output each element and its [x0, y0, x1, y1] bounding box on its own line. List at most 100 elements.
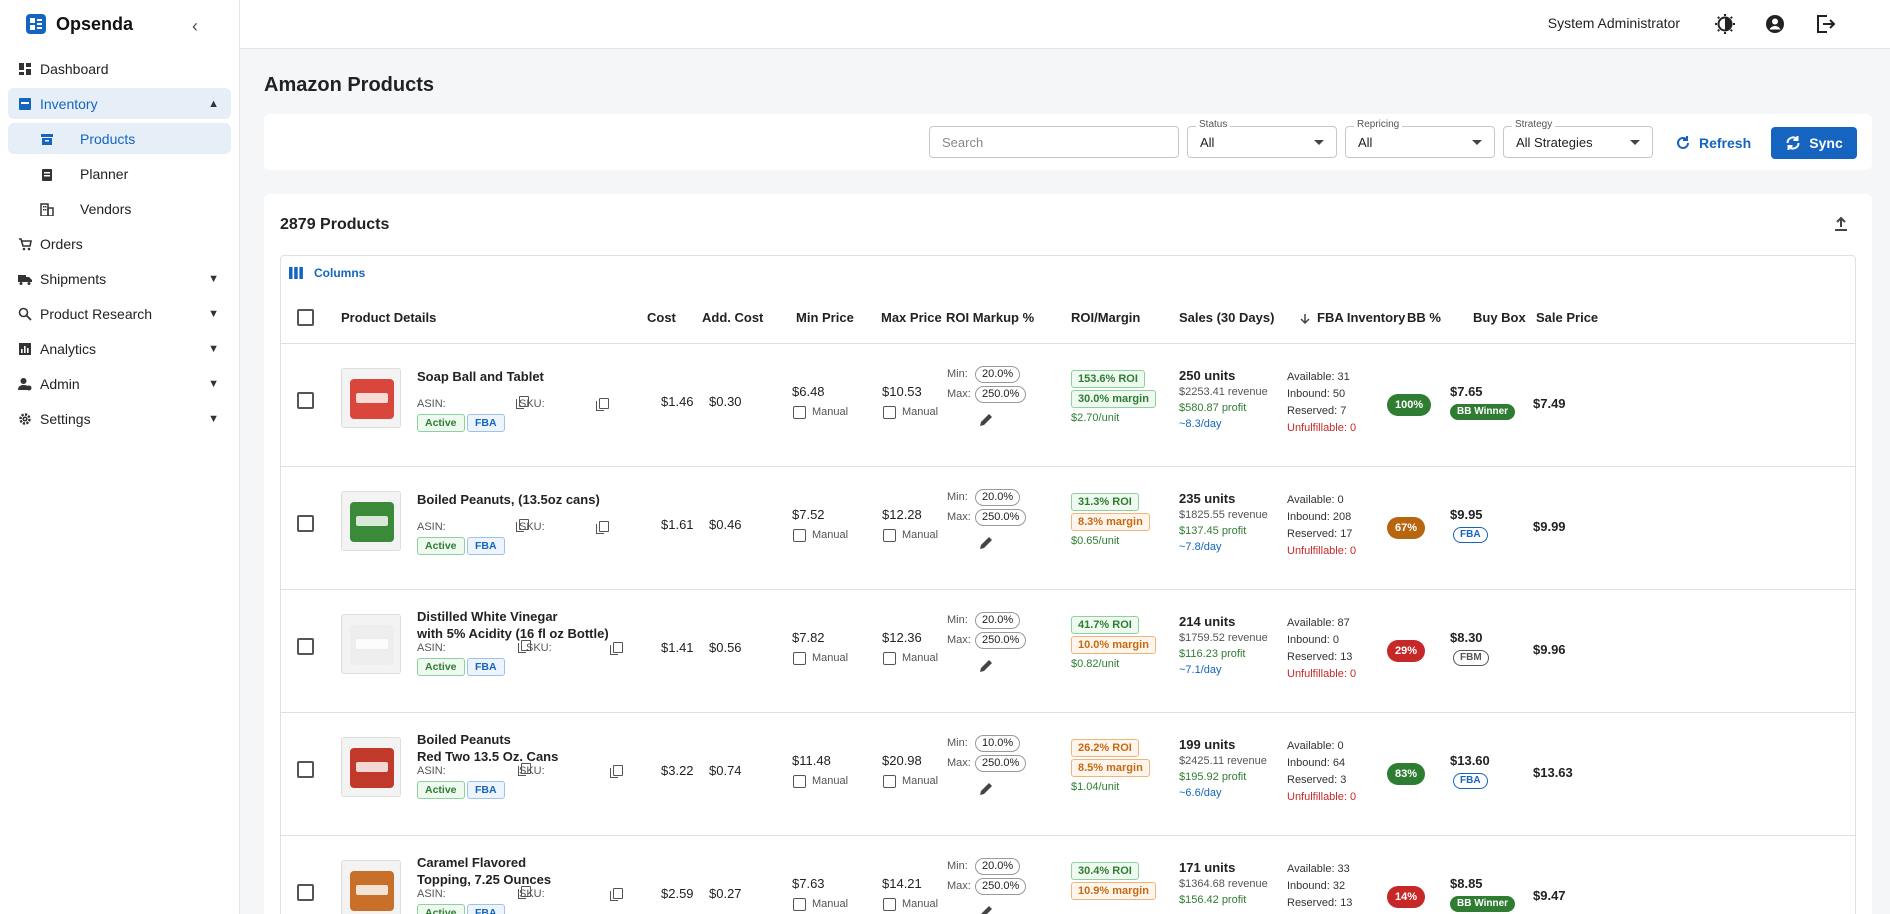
table-row[interactable]: Boiled Peanuts Red Two 13.5 Oz. Cans ASIN…	[281, 713, 1855, 836]
edit-icon[interactable]	[978, 781, 994, 797]
edit-icon[interactable]	[978, 658, 994, 674]
max-price-value[interactable]: $20.98	[882, 753, 922, 768]
edit-icon[interactable]	[978, 412, 994, 428]
product-name[interactable]: Boiled Peanuts Red Two 13.5 Oz. Cans	[417, 731, 637, 765]
edit-icon[interactable]	[978, 535, 994, 551]
column-header-sale-price[interactable]: Sale Price	[1536, 310, 1598, 325]
product-image[interactable]	[341, 737, 401, 797]
account-icon[interactable]	[1764, 13, 1786, 35]
status-select[interactable]: Status All	[1187, 119, 1337, 158]
theme-toggle-icon[interactable]	[1714, 13, 1736, 35]
roi-max-value[interactable]: 250.0%	[975, 509, 1027, 526]
strategy-select[interactable]: Strategy All Strategies	[1503, 119, 1653, 158]
table-row[interactable]: Boiled Peanuts, (13.5oz cans) ASIN: SKU:…	[281, 467, 1855, 590]
min-price-value[interactable]: $7.52	[792, 507, 825, 522]
product-image[interactable]	[341, 491, 401, 551]
max-price-value[interactable]: $12.36	[882, 630, 922, 645]
roi-max-value[interactable]: 250.0%	[975, 386, 1027, 403]
brand[interactable]: Opsenda	[0, 0, 239, 48]
product-image[interactable]	[341, 614, 401, 674]
min-price-value[interactable]: $7.63	[792, 876, 825, 891]
max-manual-checkbox[interactable]	[883, 898, 896, 911]
sidebar-item-orders[interactable]: Orders	[8, 228, 231, 259]
edit-icon[interactable]	[978, 904, 994, 914]
column-header-cost[interactable]: Cost	[647, 310, 676, 325]
column-header-product-details[interactable]: Product Details	[341, 310, 436, 325]
roi-max-value[interactable]: 250.0%	[975, 755, 1027, 772]
min-manual-checkbox[interactable]	[793, 529, 806, 542]
product-name[interactable]: Caramel Flavored Topping, 7.25 Ounces	[417, 854, 637, 888]
table-row[interactable]: Caramel Flavored Topping, 7.25 Ounces ASI…	[281, 836, 1855, 914]
copy-sku-icon[interactable]	[610, 642, 623, 655]
roi-min-value[interactable]: 20.0%	[975, 489, 1021, 506]
roi-min-value[interactable]: 20.0%	[975, 858, 1021, 875]
roi-max-value[interactable]: 250.0%	[975, 878, 1027, 895]
max-manual-checkbox[interactable]	[883, 652, 896, 665]
column-header-min-price[interactable]: Min Price	[796, 310, 854, 325]
sidebar-item-analytics[interactable]: Analytics ▼	[8, 333, 231, 364]
sidebar-item-shipments[interactable]: Shipments ▼	[8, 263, 231, 294]
copy-sku-icon[interactable]	[596, 398, 609, 411]
product-image[interactable]	[341, 368, 401, 428]
row-checkbox[interactable]	[297, 392, 314, 409]
column-header-buy-box[interactable]: Buy Box	[1473, 310, 1526, 325]
sale-price-value[interactable]: $9.47	[1533, 888, 1566, 903]
copy-sku-icon[interactable]	[610, 888, 623, 901]
column-header-sales[interactable]: Sales (30 Days)	[1179, 310, 1274, 325]
select-all-checkbox[interactable]	[297, 309, 314, 326]
column-header-roi-margin[interactable]: ROI/Margin	[1071, 310, 1140, 325]
roi-min-value[interactable]: 20.0%	[975, 612, 1021, 629]
copy-sku-icon[interactable]	[596, 521, 609, 534]
sidebar-item-product-research[interactable]: Product Research ▼	[8, 298, 231, 329]
logout-icon[interactable]	[1814, 13, 1836, 35]
sidebar-item-vendors[interactable]: Vendors	[8, 193, 231, 224]
sidebar-item-admin[interactable]: Admin ▼	[8, 368, 231, 399]
export-icon[interactable]	[1834, 216, 1848, 232]
column-header-max-price[interactable]: Max Price	[881, 310, 942, 325]
table-row[interactable]: Soap Ball and Tablet ASIN: SKU: Active F…	[281, 344, 1855, 467]
max-price-value[interactable]: $12.28	[882, 507, 922, 522]
min-manual-checkbox[interactable]	[793, 406, 806, 419]
min-manual-checkbox[interactable]	[793, 652, 806, 665]
min-manual-checkbox[interactable]	[793, 898, 806, 911]
max-price-value[interactable]: $10.53	[882, 384, 922, 399]
sidebar-item-products[interactable]: Products	[8, 123, 231, 154]
sidebar-item-planner[interactable]: Planner	[8, 158, 231, 189]
table-row[interactable]: Distilled White Vinegar with 5% Acidity (…	[281, 590, 1855, 713]
max-manual-checkbox[interactable]	[883, 529, 896, 542]
product-name[interactable]: Soap Ball and Tablet	[417, 368, 637, 385]
search-input[interactable]	[929, 126, 1179, 158]
refresh-button[interactable]: Refresh	[1675, 127, 1751, 159]
max-manual-checkbox[interactable]	[883, 775, 896, 788]
repricing-select[interactable]: Repricing All	[1345, 119, 1495, 158]
row-checkbox[interactable]	[297, 638, 314, 655]
sync-button[interactable]: Sync	[1771, 127, 1857, 159]
product-name[interactable]: Distilled White Vinegar with 5% Acidity (…	[417, 608, 637, 642]
roi-max-value[interactable]: 250.0%	[975, 632, 1027, 649]
column-header-roi-markup[interactable]: ROI Markup %	[946, 310, 1034, 325]
sidebar-item-dashboard[interactable]: Dashboard	[8, 53, 231, 84]
row-checkbox[interactable]	[297, 884, 314, 901]
min-price-value[interactable]: $6.48	[792, 384, 825, 399]
sort-desc-icon[interactable]	[1300, 313, 1310, 325]
min-price-value[interactable]: $7.82	[792, 630, 825, 645]
roi-min-value[interactable]: 10.0%	[975, 735, 1021, 752]
columns-button[interactable]: Columns	[289, 266, 365, 280]
column-header-fba-inventory[interactable]: FBA Inventory	[1317, 310, 1405, 325]
column-header-bb-pct[interactable]: BB %	[1407, 310, 1441, 325]
min-manual-checkbox[interactable]	[793, 775, 806, 788]
sale-price-value[interactable]: $9.96	[1533, 642, 1566, 657]
sale-price-value[interactable]: $7.49	[1533, 396, 1566, 411]
row-checkbox[interactable]	[297, 761, 314, 778]
collapse-sidebar-icon[interactable]: ‹	[192, 16, 198, 37]
max-price-value[interactable]: $14.21	[882, 876, 922, 891]
sale-price-value[interactable]: $9.99	[1533, 519, 1566, 534]
row-checkbox[interactable]	[297, 515, 314, 532]
min-price-value[interactable]: $11.48	[792, 753, 831, 768]
copy-sku-icon[interactable]	[610, 765, 623, 778]
roi-min-value[interactable]: 20.0%	[975, 366, 1021, 383]
sidebar-item-settings[interactable]: Settings ▼	[8, 403, 231, 434]
column-header-add-cost[interactable]: Add. Cost	[702, 310, 763, 325]
sidebar-item-inventory[interactable]: Inventory ▲	[8, 88, 231, 119]
product-image[interactable]	[341, 860, 401, 914]
